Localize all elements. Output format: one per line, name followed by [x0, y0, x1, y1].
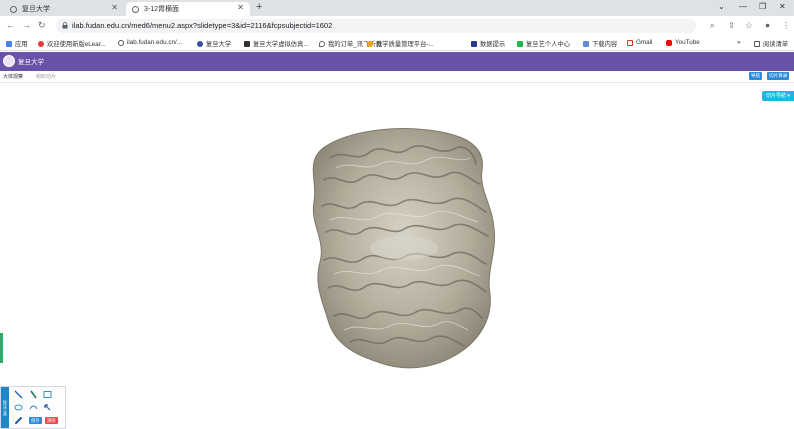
tab-fudan[interactable]: 复旦大学 ✕	[4, 2, 124, 16]
apps-icon	[6, 40, 12, 47]
close-tab-icon[interactable]: ✕	[111, 3, 118, 12]
reading-list-label: 阅读清单	[763, 41, 789, 48]
youtube-icon	[666, 39, 672, 46]
globe-icon	[132, 5, 139, 13]
bookmark-label: Gmail	[636, 39, 653, 46]
tab-title: 复旦大学	[22, 6, 50, 13]
search-icon[interactable]: ⌕	[710, 20, 715, 31]
brush-tool-icon[interactable]	[14, 416, 23, 425]
arrow-tool-icon[interactable]	[43, 403, 52, 412]
site-logo[interactable]: 复旦大学	[3, 55, 44, 67]
bookmark-label: 应用	[15, 41, 28, 48]
pen-tool-icon[interactable]	[29, 390, 38, 399]
bookmark-gmail[interactable]: Gmail	[627, 39, 652, 46]
gross-specimen-image[interactable]	[300, 124, 500, 372]
ellipse-tool-icon[interactable]	[14, 403, 23, 412]
lock-icon	[62, 22, 68, 29]
reload-button[interactable]: ↻	[38, 20, 46, 31]
bookmark-downloads[interactable]: 下载内容	[583, 39, 617, 48]
gmail-icon	[627, 39, 633, 46]
view-tabs-bar: 大体观察 组织切片 导航 切片目录	[0, 71, 794, 83]
annotation-tool-panel: 标注工具 保存 清除	[0, 386, 66, 429]
rectangle-tool-icon[interactable]	[43, 390, 52, 399]
bookmark-ilab[interactable]: ilab.fudan.edu.cn/...	[118, 39, 182, 46]
save-annotation-button[interactable]: 保存	[29, 417, 42, 424]
bookmark-data[interactable]: 数据提示	[471, 39, 505, 48]
line-tool-icon[interactable]	[14, 390, 23, 399]
star-icon[interactable]: ☆	[745, 20, 753, 31]
graduation-cap-icon	[244, 40, 250, 47]
download-icon	[583, 40, 589, 47]
reading-list-icon	[754, 40, 760, 47]
tab-tissue-slide[interactable]: 组织切片	[36, 73, 56, 80]
browser-tab-strip: 复旦大学 ✕ 3-12胃横面 ✕ + ⌄ — ❐ ✕	[0, 0, 794, 16]
university-seal-icon	[3, 55, 15, 67]
back-button[interactable]: ←	[6, 20, 15, 30]
bookmark-personal-center[interactable]: 复旦艺个人中心	[517, 39, 570, 48]
more-bookmarks-icon[interactable]: »	[737, 39, 741, 46]
address-bar[interactable]: ilab.fudan.edu.cn/med6/menu2.aspx?slidet…	[56, 19, 696, 33]
forward-button[interactable]: →	[22, 20, 31, 30]
new-tab-button[interactable]: +	[256, 1, 262, 13]
globe-icon	[10, 5, 17, 13]
bookmark-virtual-sim[interactable]: 复旦大学虚拟仿真...	[244, 39, 309, 48]
bookmark-youtube[interactable]: YouTube	[666, 39, 700, 46]
site-header: 复旦大学	[0, 52, 794, 71]
share-icon[interactable]: ⇪	[728, 20, 735, 31]
location-pin-icon	[319, 40, 325, 47]
url-text: ilab.fudan.edu.cn/med6/menu2.aspx?slidet…	[72, 21, 333, 30]
tab-gross-observation[interactable]: 大体观察	[3, 73, 23, 80]
bookmark-label: ilab.fudan.edu.cn/...	[127, 39, 182, 46]
maximize-button[interactable]: ❐	[759, 2, 766, 11]
logo-text: 复旦大学	[18, 58, 44, 66]
close-window-button[interactable]: ✕	[779, 2, 786, 11]
browser-toolbar: ← → ↻ ilab.fudan.edu.cn/med6/menu2.aspx?…	[0, 16, 794, 36]
bookmark-label: 复旦大学	[206, 41, 232, 48]
minimize-button[interactable]: —	[739, 2, 747, 11]
navigate-button[interactable]: 导航	[749, 72, 763, 80]
slide-catalog-button[interactable]: 切片目录	[767, 72, 790, 80]
bookmark-label: YouTube	[675, 39, 700, 46]
reading-list[interactable]: 阅读清单	[754, 39, 788, 48]
bookmark-label: 数据提示	[480, 41, 506, 48]
account-icon[interactable]: ●	[765, 20, 770, 30]
bookmark-fudan[interactable]: 复旦大学	[197, 39, 231, 48]
bookmark-label: 教学质量管理平台-...	[376, 41, 434, 48]
bookmark-teaching[interactable]: 教学质量管理平台-...	[367, 39, 434, 48]
side-drawer-handle[interactable]	[0, 333, 3, 363]
bookmark-elearning[interactable]: 欢迎使用新版eLear...	[38, 39, 106, 48]
fudan-icon	[197, 40, 203, 47]
tab-title: 3-12胃横面	[144, 6, 180, 13]
tool-panel-label: 标注工具	[1, 387, 9, 428]
slide-navigation-dropdown[interactable]: 切片导航 ▾	[762, 91, 794, 101]
bookmark-label: 复旦大学虚拟仿真...	[253, 41, 309, 48]
bookmark-label: 复旦艺个人中心	[526, 41, 571, 48]
tab-specimen[interactable]: 3-12胃横面 ✕	[126, 2, 250, 16]
curve-tool-icon[interactable]	[29, 403, 38, 412]
data-icon	[471, 40, 477, 47]
elearning-icon	[38, 40, 44, 47]
menu-icon[interactable]: ⋮	[782, 20, 791, 31]
bookmark-apps[interactable]: 应用	[6, 39, 28, 48]
personal-center-icon	[517, 40, 523, 47]
bookmarks-bar: 应用 欢迎使用新版eLear... ilab.fudan.edu.cn/... …	[0, 36, 794, 51]
bookmark-label: 欢迎使用新版eLear...	[47, 41, 106, 48]
teaching-icon	[367, 40, 373, 47]
clear-annotation-button[interactable]: 清除	[45, 417, 58, 424]
chevron-down-icon[interactable]: ⌄	[718, 2, 725, 11]
close-tab-icon[interactable]: ✕	[237, 3, 244, 12]
globe-icon	[118, 39, 124, 46]
bookmark-label: 下载内容	[592, 41, 618, 48]
